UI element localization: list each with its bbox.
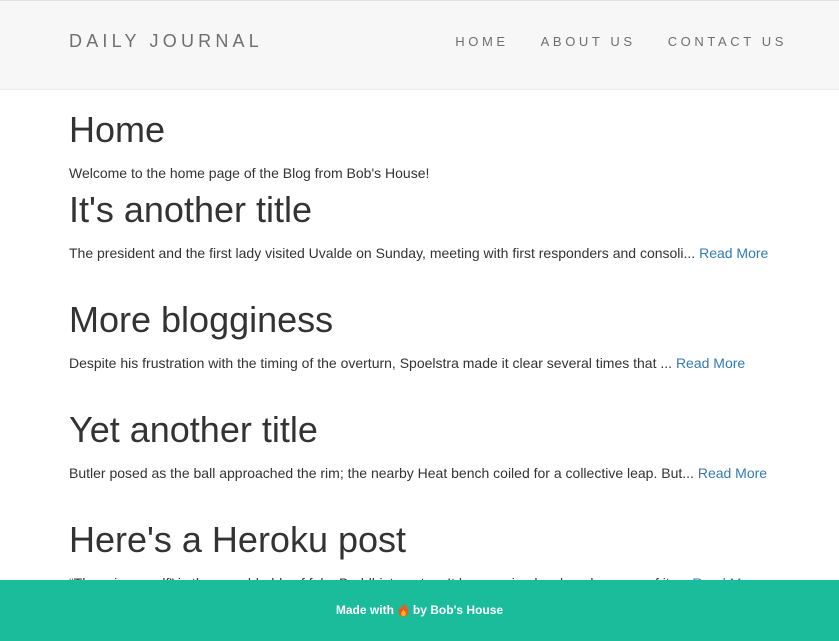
- post-title: Yet another title: [69, 409, 318, 450]
- post-item: More blogginess Despite his frustration …: [69, 298, 809, 373]
- page-title: Home: [69, 109, 166, 150]
- post-title: Here's a Heroku post: [69, 519, 407, 560]
- read-more-link[interactable]: Read More: [699, 245, 768, 261]
- post-excerpt-text: The president and the first lady visited…: [69, 245, 700, 261]
- footer: Made with by Bob's House: [0, 580, 839, 641]
- post-item: It's another title The president and the…: [69, 188, 809, 263]
- nav-about-link[interactable]: ABOUT US: [541, 34, 636, 49]
- post-excerpt-text: Despite his frustration with the timing …: [69, 355, 676, 371]
- top-navbar: DAILY JOURNAL HOME ABOUT US CONTACT US: [0, 0, 839, 90]
- post-title: It's another title: [69, 189, 312, 230]
- post-item: Yet another title Butler posed as the ba…: [69, 408, 809, 483]
- post-excerpt: Butler posed as the ball approached the …: [69, 463, 809, 483]
- main-content: Home Welcome to the home page of the Blo…: [69, 108, 809, 593]
- intro-text: Welcome to the home page of the Blog fro…: [69, 165, 430, 181]
- read-more-link[interactable]: Read More: [676, 355, 745, 371]
- brand-logo-link[interactable]: DAILY JOURNAL: [69, 31, 263, 52]
- read-more-link[interactable]: Read More: [698, 465, 767, 481]
- fire-icon: [398, 602, 409, 620]
- post-excerpt: Despite his frustration with the timing …: [69, 353, 809, 373]
- post-title: More blogginess: [69, 299, 334, 340]
- main-nav: HOME ABOUT US CONTACT US: [423, 34, 787, 49]
- footer-prefix: Made with: [335, 602, 394, 617]
- footer-text: Made with by Bob's House: [336, 602, 503, 620]
- nav-contact-link[interactable]: CONTACT US: [668, 34, 787, 49]
- post-excerpt: The president and the first lady visited…: [69, 243, 809, 263]
- post-excerpt-text: Butler posed as the ball approached the …: [69, 465, 698, 481]
- footer-suffix: by Bob's House: [412, 602, 504, 617]
- nav-home-link[interactable]: HOME: [455, 34, 508, 49]
